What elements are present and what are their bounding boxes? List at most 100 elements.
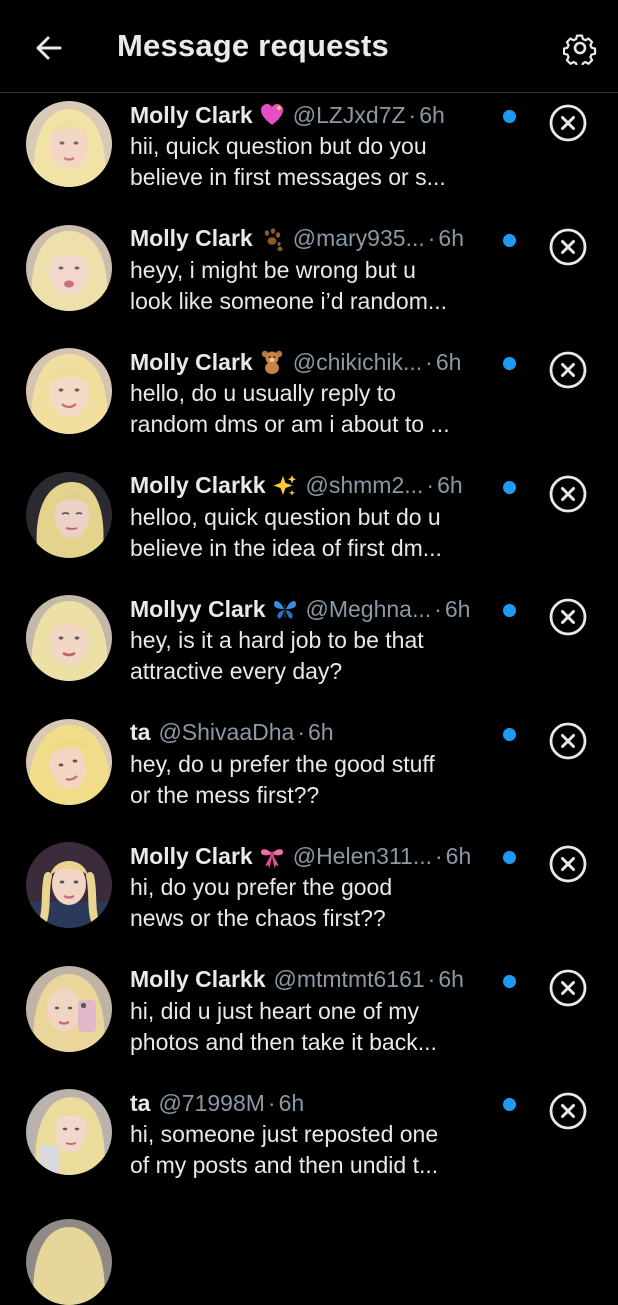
unread-indicator [503,974,516,988]
request-header: Molly Clarkk @mtmtmt6161 · 6h [130,964,500,996]
message-preview-line-2: look like someone i’d random... [130,287,448,314]
message-preview-line-2: believe in first messages or s... [130,164,446,190]
dismiss-request-button[interactable] [547,349,589,391]
avatar[interactable] [26,471,112,558]
avatar[interactable] [26,965,112,1052]
timestamp: 6h [278,1089,305,1116]
sender-handle: @mtmtmt6161 [273,966,425,992]
sender-name: Molly Clark [130,101,253,128]
message-request-row[interactable]: Mollyy Clark @Meghna... · 6h hey, is it … [0,587,618,711]
avatar[interactable] [26,842,112,928]
separator-dot: · [426,472,435,498]
message-request-row[interactable]: Molly Clarkk @shmm2... · 6h helloo, quic… [0,464,618,588]
sender-handle: @71998M [158,1089,265,1116]
close-circle-icon [549,228,587,265]
message-request-row[interactable]: Molly Clark @chikichik... · 6h hello, do… [0,340,618,464]
request-header: Molly Clark @chikichik... · 6h [130,346,500,378]
unread-indicator [503,851,516,864]
avatar[interactable] [26,1089,112,1175]
unread-indicator [503,1098,516,1111]
avatar[interactable] [26,1218,112,1305]
ribbon-icon [260,849,283,868]
close-circle-icon [549,845,587,883]
sender-handle: @LZJxd7Z [292,101,406,128]
settings-button[interactable] [556,24,604,72]
gear-icon [563,34,597,65]
unread-indicator [503,727,516,741]
close-circle-icon [549,104,587,142]
request-header: Molly Clark @mary935... · 6h [130,223,500,255]
timestamp: 6h [308,719,334,745]
dismiss-request-button[interactable] [547,967,589,1009]
dismiss-request-button[interactable] [547,473,589,515]
message-preview-line-2: attractive every day? [130,658,343,684]
timestamp: 6h [438,966,464,992]
separator-dot: · [267,1089,276,1116]
message-request-row[interactable]: Molly Clark @LZJxd7Z · 6h hii, quick que… [0,93,618,217]
request-header: Molly Clark @LZJxd7Z · 6h [130,99,500,131]
message-preview-line-2: of my posts and then undid t... [130,1152,439,1178]
butterfly-icon [273,601,296,619]
close-circle-icon [549,475,587,512]
sender-name: Molly Clarkk [130,966,266,992]
message-preview-line-2: random dms or am i about to ... [130,411,450,437]
dismiss-request-button[interactable] [547,1090,589,1132]
dismiss-request-button[interactable] [547,720,589,762]
message-request-row[interactable]: ta @71998M · 6h hi, someone just reposte… [0,1081,618,1205]
sender-handle: @chikichik... [292,348,423,375]
avatar[interactable] [26,718,112,805]
dismiss-request-button[interactable] [547,843,589,885]
top-app-bar: Message requests [0,0,618,93]
request-header: Molly Clarkk @shmm2... · 6h [130,470,500,502]
timestamp: 6h [438,225,464,251]
sender-name: Molly Clark [130,225,253,251]
message-request-row[interactable]: Molly Clark @mary935... · 6h heyy, i mig… [0,217,618,341]
close-circle-icon [549,722,587,759]
separator-dot: · [408,101,417,128]
sender-handle: @ShivaaDha [158,719,295,745]
separator-dot: · [434,595,442,622]
unread-indicator [503,110,516,123]
message-preview-line-1: hey, do u prefer the good stuff [130,750,435,777]
dismiss-request-button[interactable] [547,226,589,268]
avatar[interactable] [26,101,112,187]
message-request-row-partial[interactable] [0,1205,618,1305]
teddy-bear-icon [261,350,282,374]
sparkling-heart-icon [260,104,283,125]
message-preview-line-2: believe in the idea of first dm... [130,534,442,561]
close-circle-icon [549,969,587,1006]
dismiss-request-button[interactable] [547,596,589,638]
sender-name: Molly Clarkk [130,472,266,498]
sender-name: Mollyy Clark [130,595,266,622]
request-header: ta @ShivaaDha · 6h [130,717,500,749]
request-header: Mollyy Clark @Meghna... · 6h [130,593,500,625]
avatar[interactable] [26,348,112,434]
avatar[interactable] [26,224,112,311]
message-request-row[interactable]: Molly Clarkk @mtmtmt6161 · 6h hi, did u … [0,958,618,1082]
separator-dot: · [425,348,433,375]
unread-indicator [503,233,516,247]
timestamp: 6h [444,595,471,622]
timestamp: 6h [435,348,462,375]
paw-prints-icon [264,227,283,251]
message-preview-line-2: photos and then take it back... [130,1028,437,1055]
arrow-left-icon [36,36,62,60]
sender-handle: @shmm2... [305,472,424,498]
separator-dot: · [435,842,443,869]
avatar[interactable] [26,595,112,681]
message-request-row[interactable]: ta @ShivaaDha · 6h hey, do u prefer the … [0,711,618,835]
back-button[interactable] [22,22,74,74]
unread-indicator [503,480,516,494]
sender-name: ta [130,1089,151,1116]
message-preview-line-1: hii, quick question but do you [130,133,427,159]
request-header: Molly Clark @Helen311... · 6h [130,840,500,872]
dismiss-request-button[interactable] [547,102,589,144]
page-title: Message requests [117,28,389,63]
sender-handle: @Meghna... [305,595,432,622]
sender-handle: @mary935... [292,225,425,251]
message-preview-line-1: hello, do u usually reply to [130,380,396,406]
close-circle-icon [549,1092,587,1130]
message-request-row[interactable]: Molly Clark @Helen311... · 6h hi, do you… [0,834,618,958]
message-preview-line-1: heyy, i might be wrong but u [130,256,416,283]
message-preview-line-1: hey, is it a hard job to be that [130,627,424,653]
